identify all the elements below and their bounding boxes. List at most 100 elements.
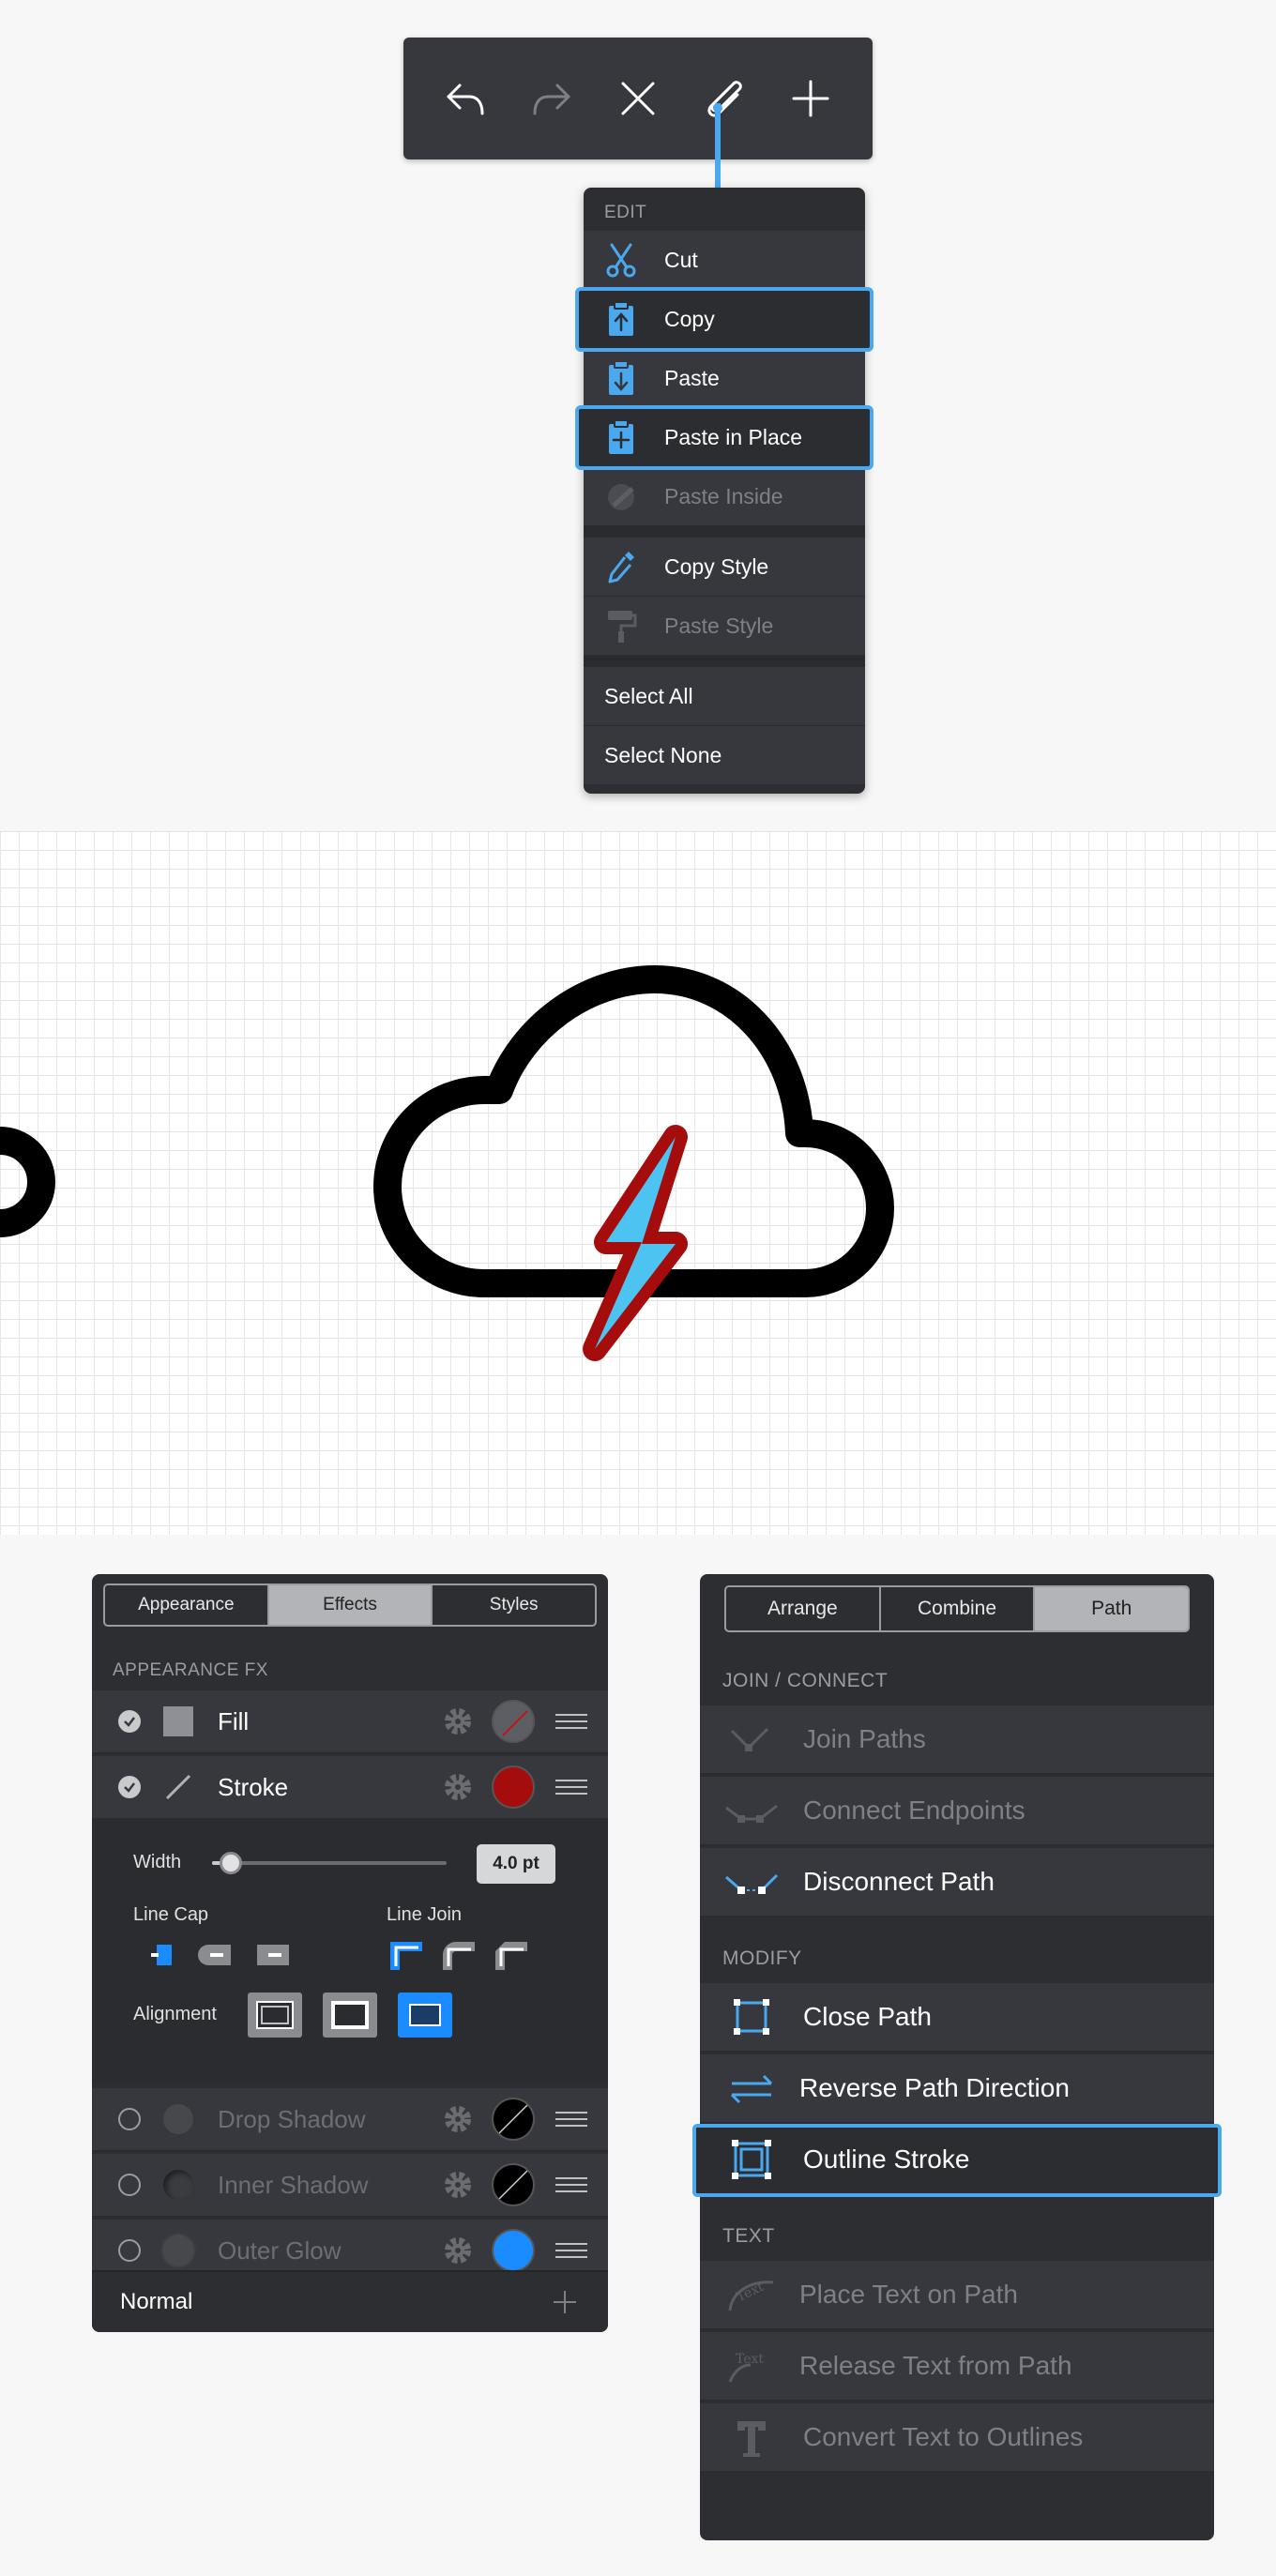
drag-handle-icon[interactable] <box>555 1714 587 1729</box>
menu-item-copy-style[interactable]: Copy Style <box>584 538 865 597</box>
gear-icon[interactable] <box>441 2234 475 2267</box>
effect-name: Fill <box>218 1706 250 1735</box>
add-button[interactable] <box>773 61 848 136</box>
stroke-line-icon <box>165 1774 191 1800</box>
paste-inside-icon <box>604 477 638 515</box>
drag-handle-icon[interactable] <box>555 2177 587 2192</box>
release-text-icon: Text <box>722 2344 781 2387</box>
width-slider-knob[interactable] <box>220 1852 242 1874</box>
width-value-field[interactable]: 4.0 pt <box>477 1844 555 1884</box>
line-join-label: Line Join <box>387 1904 463 1925</box>
partial-shape-left <box>0 1127 55 1237</box>
menu-item-paste[interactable]: Paste <box>584 349 865 408</box>
bevel-join-button[interactable] <box>490 1936 531 1974</box>
menu-item-copy[interactable]: Copy <box>575 287 873 352</box>
shadow-color-swatch[interactable] <box>492 2098 535 2141</box>
tab-path[interactable]: Path <box>1035 1587 1188 1630</box>
inner-shadow-color-swatch[interactable] <box>492 2163 535 2206</box>
outline-stroke-item[interactable]: Outline Stroke <box>692 2124 1222 2197</box>
lightning-bolt-shape[interactable] <box>583 1125 688 1361</box>
menu-item-paste-style[interactable]: Paste Style <box>584 597 865 656</box>
canvas-artwork <box>0 965 894 1361</box>
appearance-tabs: Appearance Effects Styles <box>103 1583 597 1627</box>
disconnect-path-icon <box>722 1860 781 1903</box>
edit-toolbar <box>403 38 873 159</box>
redo-button[interactable] <box>514 61 589 136</box>
edit-menu: EDIT Cut Copy Paste Paste in Place Paste… <box>575 188 873 794</box>
svg-text:Text: Text <box>736 2352 764 2367</box>
delete-button[interactable] <box>600 61 676 136</box>
section-modify: MODIFY <box>722 1947 802 1969</box>
effect-row-stroke[interactable]: Stroke <box>92 1756 608 1820</box>
glow-color-swatch[interactable] <box>492 2229 535 2272</box>
plus-icon[interactable] <box>550 2287 580 2317</box>
menu-item-label: Paste <box>664 365 720 390</box>
reverse-direction-icon <box>722 2067 781 2110</box>
disconnect-path-item[interactable]: Disconnect Path <box>700 1848 1214 1917</box>
undo-button[interactable] <box>428 61 503 136</box>
item-label: Release Text from Path <box>799 2351 1072 2380</box>
close-icon <box>621 82 655 115</box>
convert-text-to-outlines-item[interactable]: Convert Text to Outlines <box>700 2403 1214 2473</box>
tab-combine[interactable]: Combine <box>881 1587 1036 1630</box>
section-header: APPEARANCE FX <box>113 1660 268 1680</box>
menu-item-select-all[interactable]: Select All <box>584 667 865 726</box>
line-cap-label: Line Cap <box>133 1904 209 1925</box>
checkbox-empty-icon[interactable] <box>118 2239 141 2262</box>
item-label: Convert Text to Outlines <box>803 2422 1084 2451</box>
item-label: Reverse Path Direction <box>799 2073 1070 2102</box>
redo-icon <box>533 83 570 115</box>
menu-item-paste-inside[interactable]: Paste Inside <box>584 467 865 526</box>
blend-mode-select[interactable]: Normal <box>120 2289 192 2315</box>
square-cap-icon <box>257 1945 289 1965</box>
item-label: Outline Stroke <box>803 2144 970 2174</box>
drag-handle-icon[interactable] <box>555 2112 587 2127</box>
gear-icon[interactable] <box>441 1770 475 1804</box>
clipboard-button[interactable] <box>687 61 762 136</box>
effect-row-inner-shadow[interactable]: Inner Shadow <box>92 2154 608 2218</box>
fill-color-swatch[interactable] <box>492 1700 535 1743</box>
place-text-on-path-item[interactable]: Text Place Text on Path <box>700 2261 1214 2330</box>
align-outside-button[interactable] <box>398 1993 452 2038</box>
effect-name: Drop Shadow <box>218 2104 366 2133</box>
checkbox-empty-icon[interactable] <box>118 2174 141 2196</box>
checkbox-empty-icon[interactable] <box>118 2108 141 2130</box>
drawing-canvas[interactable] <box>0 831 1276 1535</box>
effect-row-fill[interactable]: Fill <box>92 1690 608 1754</box>
round-join-button[interactable] <box>437 1936 478 1974</box>
stroke-color-swatch[interactable] <box>492 1765 535 1809</box>
drag-handle-icon[interactable] <box>555 1780 587 1795</box>
align-center-button[interactable] <box>323 1993 377 2038</box>
align-inside-button[interactable] <box>248 1993 302 2038</box>
gear-icon[interactable] <box>441 2102 475 2136</box>
align-center-icon <box>331 2001 369 2029</box>
eyedropper-icon <box>604 548 638 585</box>
menu-item-paste-in-place[interactable]: Paste in Place <box>575 405 873 470</box>
round-cap-button[interactable] <box>193 1936 235 1974</box>
width-slider[interactable] <box>212 1852 447 1874</box>
connect-endpoints-item[interactable]: Connect Endpoints <box>700 1777 1214 1846</box>
effect-row-drop-shadow[interactable]: Drop Shadow <box>92 2088 608 2152</box>
menu-item-cut[interactable]: Cut <box>584 231 865 290</box>
close-path-item[interactable]: Close Path <box>700 1983 1214 2053</box>
drag-handle-icon[interactable] <box>555 2243 587 2258</box>
butt-cap-button[interactable] <box>141 1936 182 1974</box>
join-paths-item[interactable]: Join Paths <box>700 1705 1214 1775</box>
menu-item-label: Paste in Place <box>664 424 803 449</box>
gear-icon[interactable] <box>441 1705 475 1738</box>
round-cap-icon <box>198 1945 231 1965</box>
gear-icon[interactable] <box>441 2168 475 2202</box>
reverse-path-direction-item[interactable]: Reverse Path Direction <box>700 2054 1214 2124</box>
item-label: Disconnect Path <box>803 1867 995 1896</box>
checkmark-icon[interactable] <box>118 1710 141 1733</box>
item-label: Close Path <box>803 2002 932 2031</box>
release-text-from-path-item[interactable]: Text Release Text from Path <box>700 2332 1214 2402</box>
tab-arrange[interactable]: Arrange <box>726 1587 881 1630</box>
menu-item-select-none[interactable]: Select None <box>584 726 865 785</box>
tab-styles[interactable]: Styles <box>433 1585 595 1625</box>
tab-appearance[interactable]: Appearance <box>105 1585 269 1625</box>
tab-effects[interactable]: Effects <box>268 1585 433 1625</box>
miter-join-button[interactable] <box>385 1936 426 1974</box>
checkmark-icon[interactable] <box>118 1776 141 1798</box>
square-cap-button[interactable] <box>251 1936 293 1974</box>
